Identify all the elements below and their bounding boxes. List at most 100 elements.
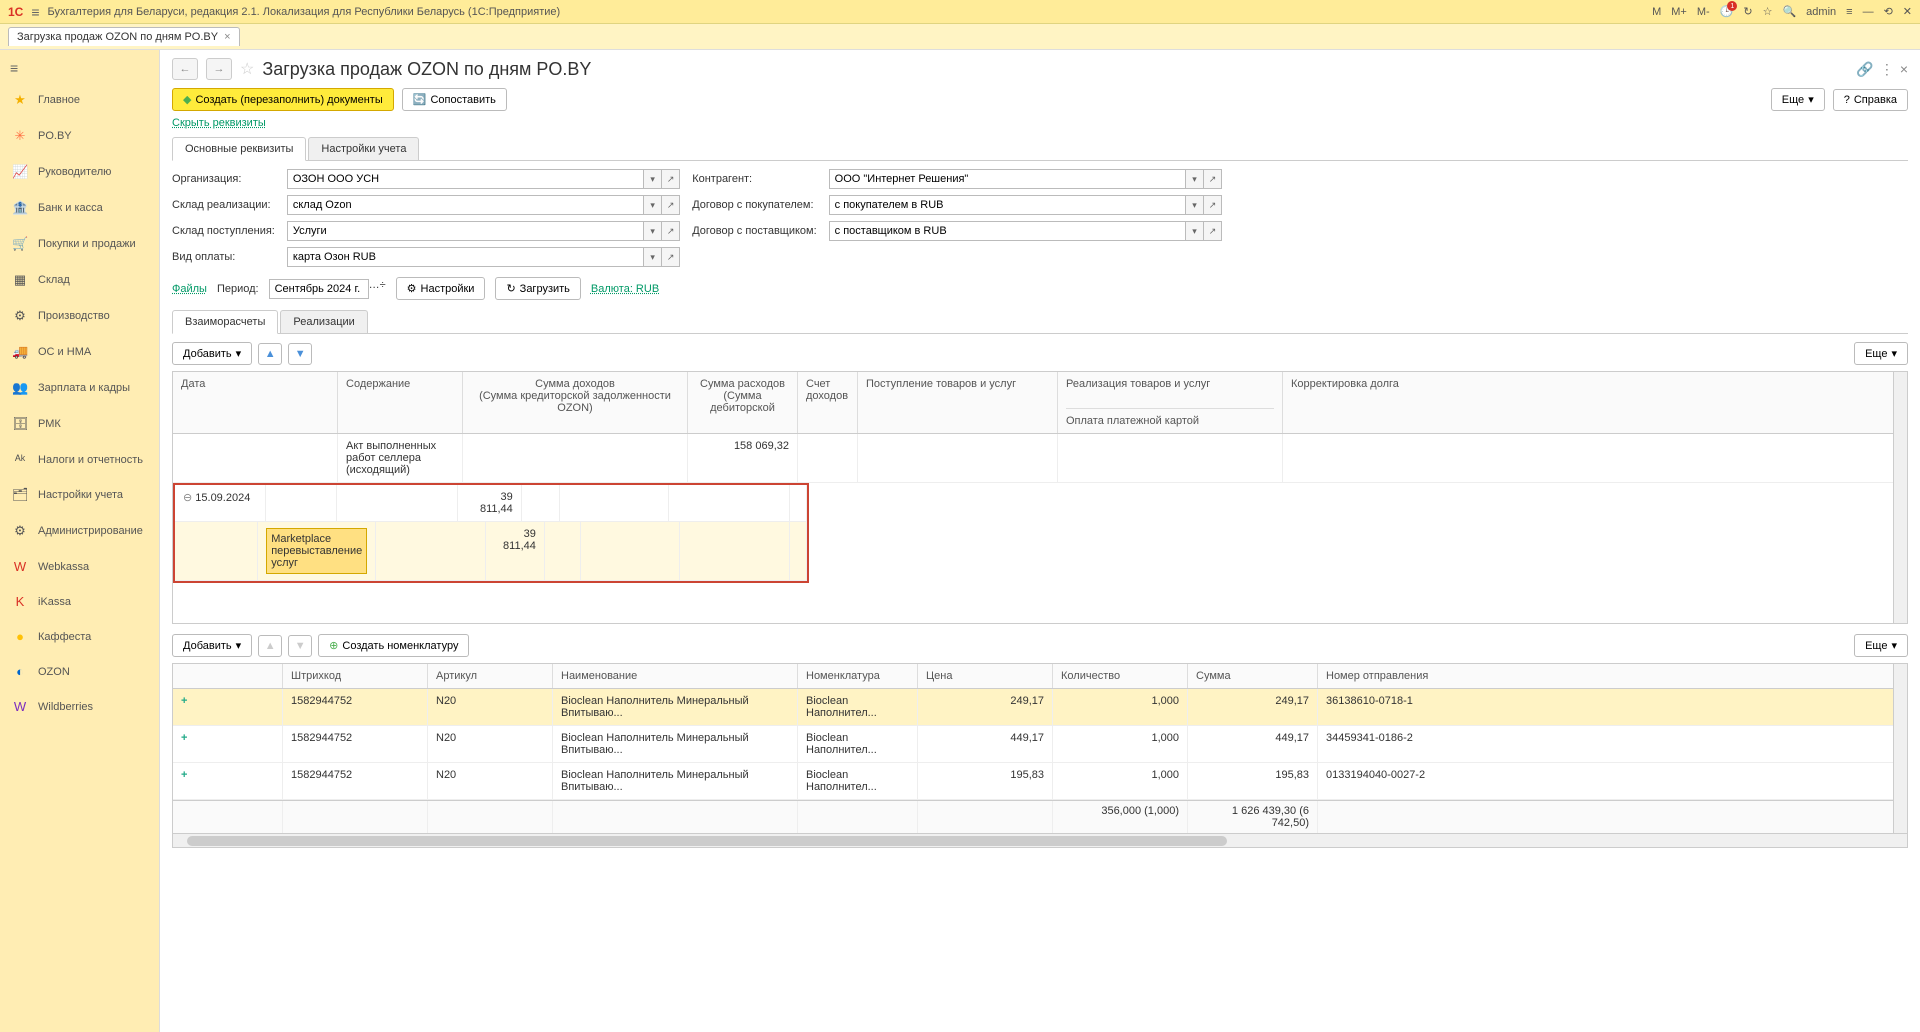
open-icon[interactable]: ↗ — [1204, 169, 1222, 189]
tab-settlements[interactable]: Взаиморасчеты — [172, 310, 278, 334]
sidebar-item-11[interactable]: 🗂Настройки учета — [0, 477, 159, 513]
move-up-button[interactable]: ▲ — [258, 343, 282, 365]
document-tab[interactable]: Загрузка продаж OZON по дням PO.BY × — [8, 27, 240, 46]
open-icon[interactable]: ↗ — [662, 221, 680, 241]
bell-icon[interactable]: 🕒1 — [1720, 5, 1734, 18]
sidebar-item-4[interactable]: 🛒Покупки и продажи — [0, 226, 159, 262]
sidebar-item-17[interactable]: WWildberries — [0, 689, 159, 724]
sidebar-item-14[interactable]: KiKassa — [0, 584, 159, 619]
sidebar-item-5[interactable]: ▦Склад — [0, 262, 159, 298]
grid2-hscrollbar[interactable] — [172, 834, 1908, 848]
move-down-button[interactable]: ▼ — [288, 343, 312, 365]
dropdown-icon[interactable]: ▾ — [644, 169, 662, 189]
compare-button[interactable]: 🔄 Сопоставить — [402, 88, 507, 111]
currency-link[interactable]: Валюта: RUB — [591, 283, 659, 295]
sidebar-item-3[interactable]: 🏦Банк и касса — [0, 190, 159, 226]
item-row[interactable]: + 1582944752 N20 Bioclean Наполнитель Ми… — [173, 763, 1907, 800]
help-button[interactable]: ? Справка — [1833, 89, 1908, 111]
org-field[interactable] — [287, 169, 644, 189]
period-stepper-icon[interactable]: ÷ — [380, 279, 386, 299]
dropdown-icon[interactable]: ▾ — [1186, 221, 1204, 241]
fav-icon[interactable]: ☆ — [1763, 5, 1773, 18]
dropdown-icon[interactable]: ▾ — [644, 221, 662, 241]
sidebar-item-16[interactable]: ◐OZON — [0, 654, 159, 689]
create-documents-button[interactable]: Создать (перезаполнить) документы — [172, 88, 394, 111]
tab-sales[interactable]: Реализации — [280, 310, 367, 333]
buyer-contract-field[interactable] — [829, 195, 1186, 215]
dropdown-icon[interactable]: ▾ — [1186, 195, 1204, 215]
settings-bars-icon[interactable]: ≡ — [1846, 6, 1852, 18]
item-row[interactable]: + 1582944752 N20 Bioclean Наполнитель Ми… — [173, 726, 1907, 763]
sidebar-item-0[interactable]: ★Главное — [0, 82, 159, 118]
sidebar-item-10[interactable]: ᴬᵏНалоги и отчетность — [0, 442, 159, 477]
settlements-row[interactable]: ⊖ 15.09.2024 39 811,44 — [175, 485, 807, 522]
close-page-icon[interactable]: × — [1900, 61, 1908, 78]
open-icon[interactable]: ↗ — [1204, 221, 1222, 241]
tab-main-requisites[interactable]: Основные реквизиты — [172, 137, 306, 161]
payment-field[interactable] — [287, 247, 644, 267]
supplier-contract-field[interactable] — [829, 221, 1186, 241]
grid1-more-button[interactable]: Еще ▾ — [1854, 342, 1908, 365]
add-item-button[interactable]: Добавить ▾ — [172, 634, 252, 657]
dropdown-icon[interactable]: ▾ — [644, 247, 662, 267]
menu-icon[interactable]: ≡ — [31, 4, 39, 20]
link-icon[interactable]: 🔗 — [1856, 61, 1873, 78]
nav-back-button[interactable]: ← — [172, 58, 198, 80]
calc-mminus[interactable]: M- — [1697, 6, 1710, 18]
history-icon[interactable]: ↻ — [1743, 5, 1752, 18]
move-down-button-2[interactable]: ▼ — [288, 635, 312, 657]
cell-expand[interactable]: + — [173, 689, 283, 725]
dropdown-icon[interactable]: ▾ — [644, 195, 662, 215]
search-icon[interactable]: 🔍 — [1782, 5, 1796, 18]
calc-mplus[interactable]: M+ — [1671, 6, 1687, 18]
grid2-scrollbar[interactable] — [1893, 664, 1907, 833]
tab-close-icon[interactable]: × — [224, 31, 230, 43]
more-button[interactable]: Еще ▾ — [1771, 88, 1825, 111]
open-icon[interactable]: ↗ — [1204, 195, 1222, 215]
sidebar-item-2[interactable]: 📈Руководителю — [0, 154, 159, 190]
nav-forward-button[interactable]: → — [206, 58, 232, 80]
user-name[interactable]: admin — [1806, 6, 1836, 18]
item-row[interactable]: + 1582944752 N20 Bioclean Наполнитель Ми… — [173, 689, 1907, 726]
wh-in-field[interactable] — [287, 221, 644, 241]
cell-expand[interactable]: + — [173, 763, 283, 799]
sidebar-item-13[interactable]: WWebkassa — [0, 549, 159, 584]
wh-real-field[interactable] — [287, 195, 644, 215]
files-link[interactable]: Файлы — [172, 283, 207, 295]
open-icon[interactable]: ↗ — [662, 247, 680, 267]
create-nomenclature-button[interactable]: ⊕ Создать номенклатуру — [318, 634, 469, 657]
hide-requisites-link[interactable]: Скрыть реквизиты — [172, 117, 266, 129]
sidebar-item-7[interactable]: 🚚ОС и НМА — [0, 334, 159, 370]
open-icon[interactable]: ↗ — [662, 169, 680, 189]
star-icon[interactable]: ☆ — [240, 59, 254, 79]
move-up-button-2[interactable]: ▲ — [258, 635, 282, 657]
grid2-more-button[interactable]: Еще ▾ — [1854, 634, 1908, 657]
maximize-icon[interactable]: ⟲ — [1884, 5, 1893, 18]
open-icon[interactable]: ↗ — [662, 195, 680, 215]
add-row-button[interactable]: Добавить ▾ — [172, 342, 252, 365]
settlements-row[interactable]: Акт выполненных работ селлера (исходящий… — [173, 434, 1907, 483]
tab-accounting-settings[interactable]: Настройки учета — [308, 137, 419, 160]
period-picker-icon[interactable]: … — [369, 279, 380, 299]
kebab-icon[interactable]: ⋮ — [1880, 61, 1894, 78]
period-field[interactable] — [269, 279, 369, 299]
sidebar-item-12[interactable]: ⚙Администрирование — [0, 513, 159, 549]
sidebar-item-8[interactable]: 👥Зарплата и кадры — [0, 370, 159, 406]
load-button[interactable]: ↻ Загрузить — [495, 277, 580, 300]
cell-expand[interactable]: + — [173, 726, 283, 762]
close-app-icon[interactable]: ✕ — [1903, 5, 1912, 18]
sidebar-item-6[interactable]: ⚙Производство — [0, 298, 159, 334]
sidebar-item-1[interactable]: ✳PO.BY — [0, 118, 159, 154]
cell-expense: 39 811,44 — [486, 522, 545, 580]
settlements-row[interactable]: Marketplace перевыставление услуг 39 811… — [175, 522, 807, 581]
settings-button[interactable]: ⚙ Настройки — [396, 277, 486, 300]
counterparty-field[interactable] — [829, 169, 1186, 189]
sidebar-item-15[interactable]: ●Каффеста — [0, 619, 159, 654]
sidebar-icon: W — [12, 699, 28, 714]
sidebar-item-9[interactable]: 🗄РМК — [0, 406, 159, 442]
calc-m[interactable]: M — [1652, 6, 1661, 18]
sidebar-toggle[interactable]: ≡ — [0, 54, 159, 82]
grid1-scrollbar[interactable] — [1893, 372, 1907, 623]
dropdown-icon[interactable]: ▾ — [1186, 169, 1204, 189]
minimize-icon[interactable]: — — [1863, 6, 1874, 18]
